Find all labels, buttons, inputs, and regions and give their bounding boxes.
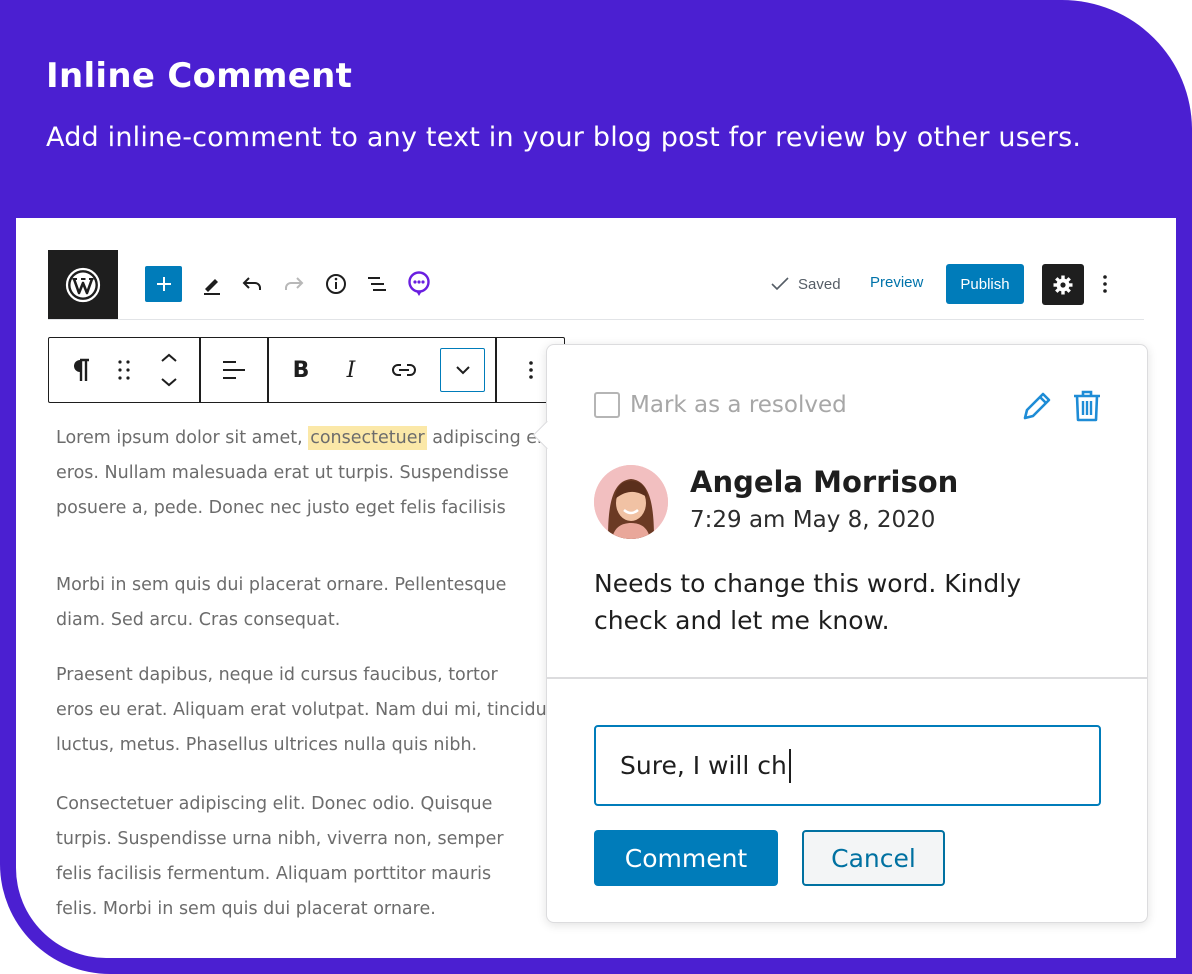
move-block-buttons[interactable] xyxy=(147,338,191,402)
toolbar-separator xyxy=(267,338,269,402)
gear-icon xyxy=(1053,275,1073,294)
bold-button[interactable]: B xyxy=(279,338,323,402)
block-options-button[interactable] xyxy=(511,338,551,402)
resolve-row: Mark as a resolved xyxy=(594,392,847,418)
paragraph-block[interactable]: Lorem ipsum dolor sit amet, consectetuer… xyxy=(56,421,546,526)
reply-input-value: Sure, I will ch xyxy=(620,751,787,780)
text-line: posuere a, pede. Donec nec justo eget fe… xyxy=(56,498,506,518)
undo-icon xyxy=(242,277,261,290)
vertical-ellipsis-icon xyxy=(529,361,533,379)
link-button[interactable] xyxy=(381,338,427,402)
pencil-icon xyxy=(204,279,220,295)
highlighted-comment-text[interactable]: consectetuer xyxy=(308,426,427,450)
settings-button[interactable] xyxy=(1042,264,1084,305)
edit-comment-button[interactable] xyxy=(1020,389,1054,423)
more-options-button[interactable] xyxy=(1094,270,1116,298)
link-icon xyxy=(392,364,416,376)
saved-label: Saved xyxy=(798,275,841,293)
resolve-label[interactable]: Mark as a resolved xyxy=(630,392,847,418)
text-line: Morbi in sem quis dui placerat ornare. P… xyxy=(56,575,507,595)
text-line: eros eu erat. Aliquam erat volutpat. Nam… xyxy=(56,700,546,720)
text-line: Consectetuer adipiscing elit. Donec odio… xyxy=(56,794,493,814)
text-line: eros. Nullam malesuada erat ut turpis. S… xyxy=(56,463,509,483)
chevron-up-down-icon xyxy=(161,353,177,387)
paragraph-block[interactable]: Consectetuer adipiscing elit. Donec odio… xyxy=(56,787,546,927)
text-line: Praesent dapibus, neque id cursus faucib… xyxy=(56,665,498,685)
undo-button[interactable] xyxy=(238,270,266,298)
saved-status: Saved xyxy=(770,274,841,294)
drag-handle-button[interactable] xyxy=(105,338,143,402)
toolbar-separator xyxy=(199,338,201,402)
text-segment: Lorem ipsum dolor sit amet, xyxy=(56,428,309,448)
comment-divider xyxy=(547,677,1147,679)
vertical-ellipsis-icon xyxy=(1103,275,1107,293)
add-block-button[interactable] xyxy=(145,266,182,302)
info-icon xyxy=(326,274,346,294)
text-line: turpis. Suspendisse urna nibh, viverra n… xyxy=(56,829,504,849)
text-segment: adipiscing elit. xyxy=(426,428,546,448)
comment-author: Angela Morrison xyxy=(690,465,959,499)
reply-input[interactable]: Sure, I will ch xyxy=(594,725,1101,806)
list-icon xyxy=(368,277,386,291)
pilcrow-icon xyxy=(74,358,89,381)
info-button[interactable] xyxy=(322,270,350,298)
check-icon xyxy=(771,277,789,291)
comment-bubble-icon xyxy=(408,271,430,296)
chevron-down-icon xyxy=(455,366,470,375)
promo-frame: Inline Comment Add inline-comment to any… xyxy=(0,0,1192,974)
more-rich-text-button[interactable] xyxy=(440,348,485,392)
inline-comment-popover: Mark as a resolved Angela Morrison 7:29 … xyxy=(532,344,1148,923)
text-caret xyxy=(788,748,791,783)
tools-button[interactable] xyxy=(198,270,226,298)
trash-icon xyxy=(1074,390,1100,422)
paragraph-block[interactable]: Praesent dapibus, neque id cursus faucib… xyxy=(56,658,546,763)
wordpress-logo-icon[interactable] xyxy=(48,250,118,319)
cancel-comment-button[interactable]: Cancel xyxy=(802,830,945,886)
plus-icon xyxy=(156,277,171,291)
comment-timestamp: 7:29 am May 8, 2020 xyxy=(690,507,936,533)
pencil-icon xyxy=(1023,392,1051,420)
promo-title: Inline Comment xyxy=(46,56,353,96)
outline-button[interactable] xyxy=(363,270,391,298)
promo-subtitle: Add inline-comment to any text in your b… xyxy=(46,122,1082,153)
align-left-icon xyxy=(223,361,245,379)
block-editor: Saved Preview Publish B I Lorem ipsum do… xyxy=(16,218,1176,958)
user-avatar-icon xyxy=(594,465,668,539)
italic-button[interactable]: I xyxy=(329,338,373,402)
submit-comment-button[interactable]: Comment xyxy=(594,830,778,886)
comments-button[interactable] xyxy=(405,270,433,298)
redo-icon xyxy=(285,277,304,290)
redo-button[interactable] xyxy=(280,270,308,298)
publish-button[interactable]: Publish xyxy=(946,264,1024,304)
delete-comment-button[interactable] xyxy=(1072,389,1102,423)
preview-button[interactable]: Preview xyxy=(870,274,923,291)
text-line: felis. Morbi in sem quis dui placerat or… xyxy=(56,899,436,919)
text-line: diam. Sed arcu. Cras consequat. xyxy=(56,610,341,630)
paragraph-block[interactable]: Morbi in sem quis dui placerat ornare. P… xyxy=(56,568,546,638)
comment-body: Needs to change this word. Kindly check … xyxy=(594,569,1022,635)
align-button[interactable] xyxy=(209,338,259,402)
header-divider xyxy=(48,319,1144,320)
text-line: Lorem ipsum dolor sit amet, consectetuer… xyxy=(56,421,546,456)
text-line: felis facilisis fermentum. Aliquam portt… xyxy=(56,864,492,884)
toolbar-separator xyxy=(495,338,497,402)
block-toolbar: B I xyxy=(48,337,565,403)
drag-handle-icon xyxy=(118,360,130,380)
resolve-checkbox[interactable] xyxy=(594,392,620,418)
text-line: luctus, metus. Phasellus ultrices nulla … xyxy=(56,735,478,755)
paragraph-block-button[interactable] xyxy=(59,338,103,402)
